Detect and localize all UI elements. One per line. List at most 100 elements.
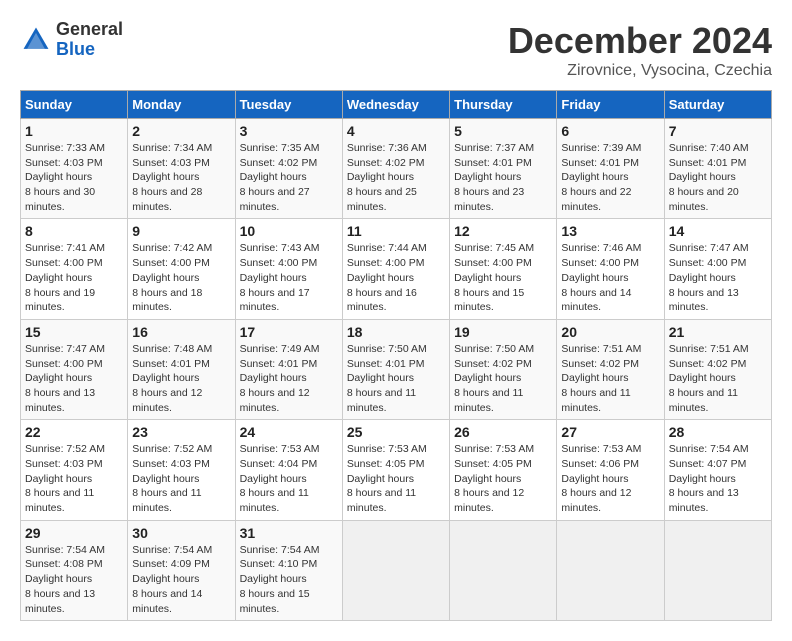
day-info: Sunrise: 7:40 AM Sunset: 4:01 PM Dayligh… — [669, 141, 767, 214]
daylight-value: 8 hours and 12 minutes. — [454, 487, 524, 514]
calendar-week-row: 29 Sunrise: 7:54 AM Sunset: 4:08 PM Dayl… — [21, 520, 772, 620]
sunrise-label: Sunrise: 7:54 AM — [132, 544, 212, 556]
empty-day-cell — [450, 520, 557, 620]
daylight-value: 8 hours and 14 minutes. — [561, 287, 631, 314]
sunset-label: Sunset: 4:01 PM — [132, 358, 210, 370]
daylight-value: 8 hours and 22 minutes. — [561, 186, 631, 213]
sunset-label: Sunset: 4:02 PM — [454, 358, 532, 370]
logo-icon — [20, 24, 52, 56]
day-cell: 31 Sunrise: 7:54 AM Sunset: 4:10 PM Dayl… — [235, 520, 342, 620]
daylight-value: 8 hours and 18 minutes. — [132, 287, 202, 314]
day-number: 1 — [25, 123, 123, 139]
day-number: 24 — [240, 424, 338, 440]
day-number: 11 — [347, 223, 445, 239]
day-number: 31 — [240, 525, 338, 541]
day-number: 23 — [132, 424, 230, 440]
daylight-label: Daylight hours — [25, 573, 92, 585]
sunset-label: Sunset: 4:02 PM — [669, 358, 747, 370]
day-number: 9 — [132, 223, 230, 239]
day-info: Sunrise: 7:34 AM Sunset: 4:03 PM Dayligh… — [132, 141, 230, 214]
day-cell: 16 Sunrise: 7:48 AM Sunset: 4:01 PM Dayl… — [128, 319, 235, 419]
day-number: 3 — [240, 123, 338, 139]
day-info: Sunrise: 7:42 AM Sunset: 4:00 PM Dayligh… — [132, 241, 230, 314]
day-info: Sunrise: 7:41 AM Sunset: 4:00 PM Dayligh… — [25, 241, 123, 314]
daylight-value: 8 hours and 28 minutes. — [132, 186, 202, 213]
daylight-value: 8 hours and 11 minutes. — [347, 487, 416, 514]
day-info: Sunrise: 7:54 AM Sunset: 4:08 PM Dayligh… — [25, 543, 123, 616]
day-number: 15 — [25, 324, 123, 340]
day-number: 5 — [454, 123, 552, 139]
daylight-label: Daylight hours — [132, 372, 199, 384]
sunrise-label: Sunrise: 7:54 AM — [25, 544, 105, 556]
logo-general: General — [56, 19, 123, 39]
day-number: 17 — [240, 324, 338, 340]
daylight-label: Daylight hours — [561, 272, 628, 284]
title-area: December 2024 Zirovnice, Vysocina, Czech… — [508, 20, 772, 80]
day-cell: 23 Sunrise: 7:52 AM Sunset: 4:03 PM Dayl… — [128, 420, 235, 520]
sunset-label: Sunset: 4:09 PM — [132, 558, 210, 570]
sunset-label: Sunset: 4:00 PM — [240, 257, 318, 269]
daylight-value: 8 hours and 13 minutes. — [669, 287, 739, 314]
calendar-week-row: 1 Sunrise: 7:33 AM Sunset: 4:03 PM Dayli… — [21, 119, 772, 219]
daylight-value: 8 hours and 25 minutes. — [347, 186, 417, 213]
month-title: December 2024 — [508, 20, 772, 62]
sunrise-label: Sunrise: 7:40 AM — [669, 142, 749, 154]
day-info: Sunrise: 7:51 AM Sunset: 4:02 PM Dayligh… — [561, 342, 659, 415]
sunrise-label: Sunrise: 7:47 AM — [25, 343, 105, 355]
calendar-table: Sunday Monday Tuesday Wednesday Thursday… — [20, 90, 772, 621]
day-number: 14 — [669, 223, 767, 239]
sunset-label: Sunset: 4:07 PM — [669, 458, 747, 470]
day-info: Sunrise: 7:33 AM Sunset: 4:03 PM Dayligh… — [25, 141, 123, 214]
day-number: 6 — [561, 123, 659, 139]
day-cell: 9 Sunrise: 7:42 AM Sunset: 4:00 PM Dayli… — [128, 219, 235, 319]
sunset-label: Sunset: 4:00 PM — [347, 257, 425, 269]
daylight-label: Daylight hours — [347, 272, 414, 284]
day-info: Sunrise: 7:53 AM Sunset: 4:04 PM Dayligh… — [240, 442, 338, 515]
day-cell: 18 Sunrise: 7:50 AM Sunset: 4:01 PM Dayl… — [342, 319, 449, 419]
day-cell: 20 Sunrise: 7:51 AM Sunset: 4:02 PM Dayl… — [557, 319, 664, 419]
day-info: Sunrise: 7:47 AM Sunset: 4:00 PM Dayligh… — [25, 342, 123, 415]
daylight-label: Daylight hours — [347, 171, 414, 183]
day-number: 12 — [454, 223, 552, 239]
day-number: 13 — [561, 223, 659, 239]
day-cell: 7 Sunrise: 7:40 AM Sunset: 4:01 PM Dayli… — [664, 119, 771, 219]
sunrise-label: Sunrise: 7:45 AM — [454, 242, 534, 254]
empty-day-cell — [342, 520, 449, 620]
calendar-header-row: Sunday Monday Tuesday Wednesday Thursday… — [21, 91, 772, 119]
day-number: 20 — [561, 324, 659, 340]
sunrise-label: Sunrise: 7:47 AM — [669, 242, 749, 254]
sunset-label: Sunset: 4:00 PM — [132, 257, 210, 269]
day-info: Sunrise: 7:47 AM Sunset: 4:00 PM Dayligh… — [669, 241, 767, 314]
day-info: Sunrise: 7:54 AM Sunset: 4:10 PM Dayligh… — [240, 543, 338, 616]
day-number: 4 — [347, 123, 445, 139]
sunrise-label: Sunrise: 7:53 AM — [561, 443, 641, 455]
sunrise-label: Sunrise: 7:51 AM — [561, 343, 641, 355]
calendar-week-row: 15 Sunrise: 7:47 AM Sunset: 4:00 PM Dayl… — [21, 319, 772, 419]
day-number: 2 — [132, 123, 230, 139]
sunset-label: Sunset: 4:04 PM — [240, 458, 318, 470]
sunset-label: Sunset: 4:05 PM — [347, 458, 425, 470]
day-number: 7 — [669, 123, 767, 139]
day-cell: 15 Sunrise: 7:47 AM Sunset: 4:00 PM Dayl… — [21, 319, 128, 419]
day-number: 16 — [132, 324, 230, 340]
daylight-label: Daylight hours — [240, 573, 307, 585]
day-cell: 25 Sunrise: 7:53 AM Sunset: 4:05 PM Dayl… — [342, 420, 449, 520]
day-info: Sunrise: 7:49 AM Sunset: 4:01 PM Dayligh… — [240, 342, 338, 415]
day-number: 22 — [25, 424, 123, 440]
sunset-label: Sunset: 4:02 PM — [561, 358, 639, 370]
sunset-label: Sunset: 4:02 PM — [347, 157, 425, 169]
sunrise-label: Sunrise: 7:54 AM — [669, 443, 749, 455]
logo-text: General Blue — [56, 20, 123, 60]
sunrise-label: Sunrise: 7:44 AM — [347, 242, 427, 254]
sunset-label: Sunset: 4:08 PM — [25, 558, 103, 570]
daylight-label: Daylight hours — [454, 372, 521, 384]
empty-day-cell — [664, 520, 771, 620]
sunset-label: Sunset: 4:00 PM — [561, 257, 639, 269]
daylight-value: 8 hours and 16 minutes. — [347, 287, 417, 314]
daylight-value: 8 hours and 13 minutes. — [669, 487, 739, 514]
daylight-label: Daylight hours — [240, 272, 307, 284]
sunset-label: Sunset: 4:03 PM — [132, 458, 210, 470]
sunrise-label: Sunrise: 7:53 AM — [454, 443, 534, 455]
logo-blue: Blue — [56, 39, 95, 59]
daylight-value: 8 hours and 14 minutes. — [132, 588, 202, 615]
